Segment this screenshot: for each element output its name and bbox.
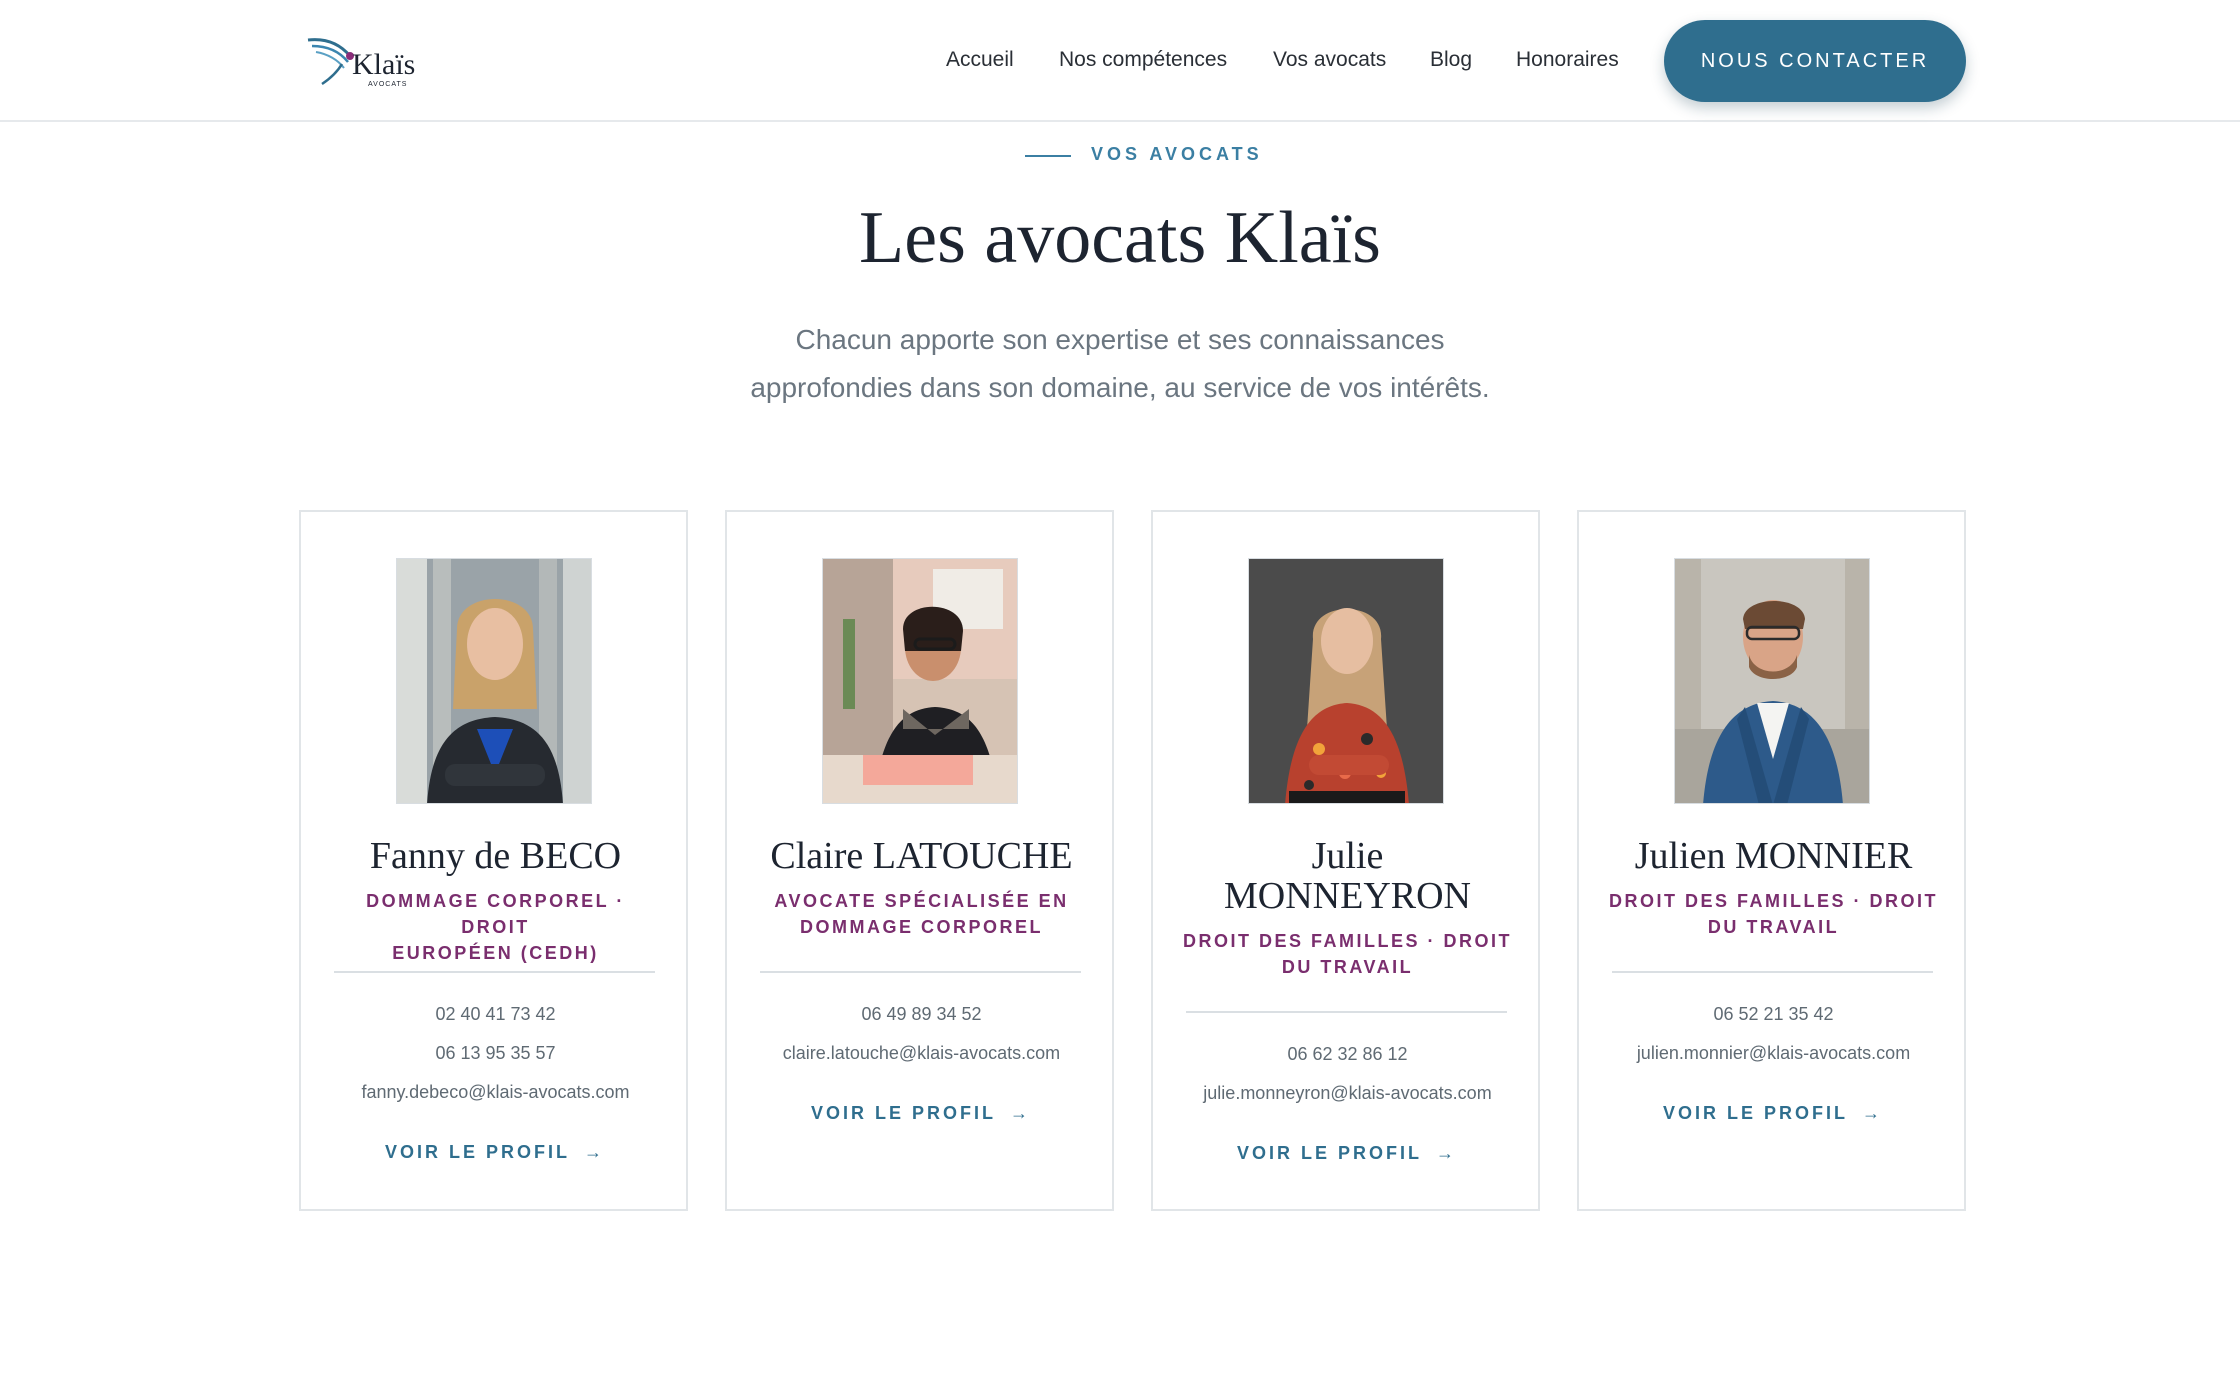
specialty-line: EUROPÉEN (CEDH)	[392, 943, 599, 963]
lawyer-card: Fanny de BECO DOMMAGE CORPOREL · DROIT E…	[299, 510, 688, 1211]
lawyer-card: Claire LATOUCHE AVOCATE SPÉCIALISÉE EN D…	[725, 510, 1114, 1211]
specialty-line: DROIT DES FAMILLES · DROIT	[1609, 891, 1938, 911]
subtitle-line-2: approfondies dans son domaine, au servic…	[750, 372, 1490, 403]
lawyer-phone[interactable]: 06 52 21 35 42	[1589, 1004, 1958, 1025]
lawyer-photo[interactable]	[1248, 558, 1444, 804]
lawyer-phone[interactable]: 06 62 32 86 12	[1163, 1044, 1532, 1065]
page-title: Les avocats Klaïs	[859, 197, 1381, 279]
specialty-line: DOMMAGE CORPOREL	[799, 917, 1043, 937]
contact-button-label: NOUS CONTACTER	[1700, 49, 1930, 72]
lawyer-phone[interactable]: 06 49 89 34 52	[737, 1004, 1106, 1025]
nav-accueil[interactable]: Accueil	[946, 48, 1014, 72]
contact-button[interactable]: NOUS CONTACTER	[1664, 20, 1966, 102]
lawyer-specialty: DOMMAGE CORPOREL · DROIT EUROPÉEN (CEDH)	[331, 888, 660, 966]
card-divider	[334, 971, 655, 973]
arrow-right-icon: →	[1010, 1103, 1028, 1123]
lawyer-email[interactable]: claire.latouche@klais-avocats.com	[737, 1043, 1106, 1064]
view-profile-label: VOIR LE PROFIL	[1236, 1143, 1422, 1163]
lawyer-email[interactable]: fanny.debeco@klais-avocats.com	[311, 1082, 680, 1103]
view-profile-link[interactable]: VOIR LE PROFIL →	[1153, 1143, 1538, 1164]
lawyer-card: Julien MONNIER DROIT DES FAMILLES · DROI…	[1577, 510, 1966, 1211]
specialty-line: AVOCATE SPÉCIALISÉE EN	[774, 891, 1069, 911]
specialty-line: DROIT DES FAMILLES · DROIT	[1183, 931, 1512, 951]
nav-nos-competences[interactable]: Nos compétences	[1059, 48, 1227, 72]
view-profile-link[interactable]: VOIR LE PROFIL →	[1579, 1103, 1964, 1124]
section-eyebrow: VOS AVOCATS	[1091, 144, 1263, 164]
lawyer-photo[interactable]	[822, 558, 1018, 804]
view-profile-label: VOIR LE PROFIL	[810, 1103, 996, 1123]
card-divider	[1612, 971, 1933, 973]
lawyer-phone[interactable]: 06 13 95 35 57	[311, 1043, 680, 1064]
name-line: Julie	[1311, 835, 1384, 877]
lawyer-specialty: DROIT DES FAMILLES · DROIT DU TRAVAIL	[1183, 928, 1512, 980]
svg-text:AVOCATS: AVOCATS	[368, 81, 407, 88]
lawyer-name[interactable]: Julien MONNIER	[1599, 836, 1948, 876]
nav-blog[interactable]: Blog	[1430, 48, 1472, 72]
lawyer-name[interactable]: Claire LATOUCHE	[747, 836, 1096, 876]
arrow-right-icon: →	[1436, 1143, 1454, 1163]
eyebrow-line	[1025, 155, 1071, 157]
lawyer-photo[interactable]	[1674, 558, 1870, 804]
lawyer-phone[interactable]: 02 40 41 73 42	[311, 1004, 680, 1025]
lawyer-specialty: AVOCATE SPÉCIALISÉE EN DOMMAGE CORPOREL	[757, 888, 1086, 940]
lawyer-email[interactable]: julie.monneyron@klais-avocats.com	[1163, 1083, 1532, 1104]
arrow-right-icon: →	[1862, 1103, 1880, 1123]
lawyer-email[interactable]: julien.monnier@klais-avocats.com	[1589, 1043, 1958, 1064]
view-profile-link[interactable]: VOIR LE PROFIL →	[301, 1142, 686, 1163]
klais-logo[interactable]: Klaïs AVOCATS	[306, 34, 426, 90]
nav-vos-avocats[interactable]: Vos avocats	[1273, 48, 1386, 72]
arrow-right-icon: →	[584, 1142, 602, 1162]
lawyer-card: Julie MONNEYRON DROIT DES FAMILLES · DRO…	[1151, 510, 1540, 1211]
view-profile-link[interactable]: VOIR LE PROFIL →	[727, 1103, 1112, 1124]
lawyer-name[interactable]: Fanny de BECO	[321, 836, 670, 876]
view-profile-label: VOIR LE PROFIL	[1662, 1103, 1848, 1123]
site-header: Klaïs AVOCATS Accueil Nos compétences Vo…	[0, 0, 2240, 122]
specialty-line: DOMMAGE CORPOREL · DROIT	[366, 891, 625, 937]
svg-text:Klaïs: Klaïs	[352, 48, 415, 81]
lawyer-specialty: DROIT DES FAMILLES · DROIT DU TRAVAIL	[1609, 888, 1938, 940]
lawyer-name[interactable]: Julie MONNEYRON	[1173, 836, 1522, 916]
card-divider	[1186, 1011, 1507, 1013]
name-line: MONNEYRON	[1224, 875, 1471, 917]
subtitle-line-1: Chacun apporte son expertise et ses conn…	[795, 324, 1445, 355]
specialty-line: DU TRAVAIL	[1281, 957, 1414, 977]
nav-honoraires[interactable]: Honoraires	[1516, 48, 1619, 72]
view-profile-label: VOIR LE PROFIL	[384, 1142, 570, 1162]
card-divider	[760, 971, 1081, 973]
page-subtitle: Chacun apporte son expertise et ses conn…	[720, 316, 1520, 412]
lawyer-photo[interactable]	[396, 558, 592, 804]
specialty-line: DU TRAVAIL	[1707, 917, 1840, 937]
